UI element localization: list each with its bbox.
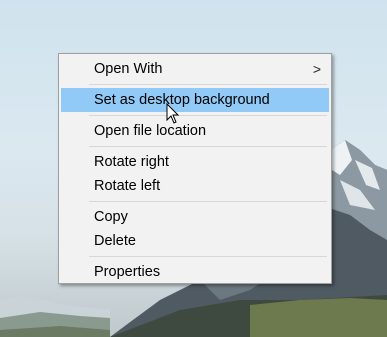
menu-item-label: Rotate right	[94, 154, 169, 170]
menu-separator	[89, 201, 327, 202]
menu-separator	[89, 84, 327, 85]
menu-item-rotate-left[interactable]: Rotate left	[61, 174, 329, 198]
menu-item-label: Open With	[94, 61, 163, 77]
menu-item-label: Copy	[94, 209, 128, 225]
menu-separator	[89, 256, 327, 257]
menu-item-delete[interactable]: Delete	[61, 229, 329, 253]
menu-separator	[89, 146, 327, 147]
menu-item-label: Delete	[94, 233, 136, 249]
menu-separator	[89, 115, 327, 116]
menu-item-copy[interactable]: Copy	[61, 205, 329, 229]
context-menu: Open With > Set as desktop background Op…	[58, 53, 332, 284]
menu-item-rotate-right[interactable]: Rotate right	[61, 150, 329, 174]
chevron-right-icon: >	[312, 61, 321, 77]
menu-item-open-with[interactable]: Open With >	[61, 57, 329, 81]
menu-item-open-file-location[interactable]: Open file location	[61, 119, 329, 143]
menu-item-label: Open file location	[94, 123, 207, 139]
menu-item-label: Set as desktop background	[94, 92, 270, 108]
menu-item-properties[interactable]: Properties	[61, 260, 329, 284]
menu-item-label: Properties	[94, 264, 161, 280]
mouse-pointer-icon	[166, 103, 180, 124]
menu-item-label: Rotate left	[94, 178, 161, 194]
menu-item-set-as-desktop-background[interactable]: Set as desktop background	[61, 88, 329, 112]
